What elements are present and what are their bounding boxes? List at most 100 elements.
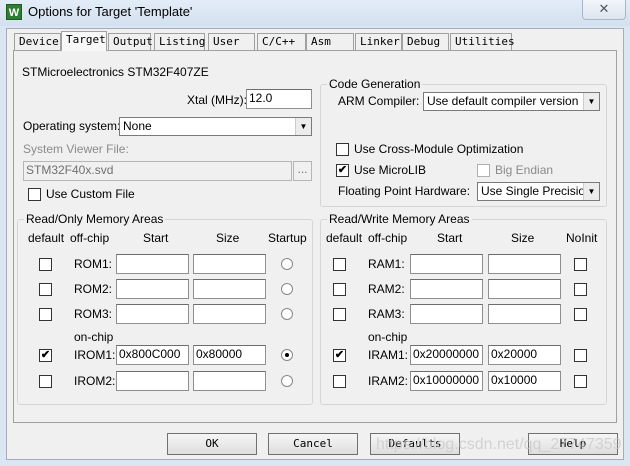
fp-hardware-value: Use Single Precision — [481, 184, 592, 198]
svf-label: System Viewer File: — [23, 142, 129, 156]
ram-row-label: RAM1: — [368, 257, 405, 271]
rom-header-extra: Startup — [268, 231, 307, 245]
ram-start-input[interactable] — [410, 279, 483, 299]
ram-start-input[interactable] — [410, 304, 483, 324]
use-custom-file-label: Use Custom File — [46, 187, 135, 201]
microlib-label: Use MicroLIB — [354, 163, 427, 177]
rom-start-input[interactable] — [116, 254, 189, 274]
arm-compiler-label: ARM Compiler: — [338, 94, 420, 108]
rom-default-checkbox[interactable] — [39, 283, 52, 296]
startup-radio[interactable] — [281, 349, 293, 361]
rom-size-input[interactable] — [193, 371, 266, 391]
svf-input: STM32F40x.svd — [23, 161, 292, 181]
ram-size-input[interactable]: 0x10000 — [488, 371, 561, 391]
rom-header-start: Start — [143, 231, 169, 245]
noinit-checkbox[interactable] — [574, 308, 587, 321]
rom-header-offchip: off-chip — [70, 231, 110, 245]
startup-radio[interactable] — [281, 375, 293, 387]
cross-module-checkbox[interactable] — [336, 143, 349, 156]
startup-radio[interactable] — [281, 308, 293, 320]
ram-start-input[interactable] — [410, 254, 483, 274]
rom-row-label: ROM3: — [74, 307, 113, 321]
code-generation-title: Code Generation — [327, 77, 423, 91]
ram-row-label: RAM2: — [368, 282, 405, 296]
noinit-checkbox[interactable] — [574, 349, 587, 362]
use-custom-file-checkbox[interactable] — [28, 188, 41, 201]
ram-header-size: Size — [511, 231, 535, 245]
startup-radio[interactable] — [281, 258, 293, 270]
tab-debug[interactable]: Debug — [402, 33, 449, 50]
arm-compiler-value: Use default compiler version — [427, 94, 579, 108]
tab-utilities[interactable]: Utilities — [450, 33, 515, 50]
rom-default-checkbox[interactable]: ✔ — [39, 349, 52, 362]
fp-hardware-label: Floating Point Hardware: — [338, 184, 471, 198]
rom-default-checkbox[interactable] — [39, 308, 52, 321]
rom-start-input[interactable] — [116, 279, 189, 299]
tab-target[interactable]: Target — [61, 31, 107, 51]
ram-default-checkbox[interactable] — [333, 308, 346, 321]
big-endian-checkbox — [477, 164, 490, 177]
xtal-label: Xtal (MHz): — [187, 93, 247, 107]
ram-start-input[interactable]: 0x10000000 — [410, 371, 483, 391]
help-button[interactable]: Help — [528, 433, 618, 455]
tab-cc[interactable]: C/C++ — [257, 33, 306, 50]
os-value: None — [123, 119, 152, 133]
ram-start-input[interactable]: 0x20000000 — [410, 345, 483, 365]
tab-device[interactable]: Device — [14, 33, 61, 50]
ram-size-input[interactable] — [488, 304, 561, 324]
rom-default-checkbox[interactable] — [39, 375, 52, 388]
noinit-checkbox[interactable] — [574, 283, 587, 296]
ram-onchip-label: on-chip — [368, 330, 408, 344]
tab-linker[interactable]: Linker — [355, 33, 402, 50]
os-label: Operating system: — [23, 119, 121, 133]
microlib-checkbox[interactable]: ✔ — [336, 164, 349, 177]
chevron-down-icon: ▼ — [583, 93, 599, 110]
rom-start-input[interactable] — [116, 371, 189, 391]
rom-onchip-label: on-chip — [74, 330, 114, 344]
tab-user[interactable]: User — [208, 33, 255, 50]
fp-hardware-select[interactable]: Use Single Precision ▼ — [477, 182, 600, 201]
xtal-input[interactable]: 12.0 — [246, 89, 312, 109]
big-endian-label: Big Endian — [495, 163, 554, 177]
rom-row-label: IROM1: — [74, 348, 116, 362]
rom-start-input[interactable] — [116, 304, 189, 324]
close-button[interactable]: ✕ — [582, 0, 626, 20]
ram-row-label: IRAM2: — [368, 374, 409, 388]
chevron-down-icon: ▼ — [583, 183, 599, 200]
rom-row-label: ROM2: — [74, 282, 113, 296]
rom-size-input[interactable]: 0x80000 — [193, 345, 266, 365]
os-select[interactable]: None ▼ — [119, 117, 312, 136]
rom-default-checkbox[interactable] — [39, 258, 52, 271]
noinit-checkbox[interactable] — [574, 375, 587, 388]
rom-header-default: default — [28, 231, 65, 245]
title-bar: W Options for Target 'Template' ✕ — [0, 0, 630, 26]
ram-size-input[interactable]: 0x20000 — [488, 345, 561, 365]
ram-row-label: IRAM1: — [368, 348, 409, 362]
ok-button[interactable]: OK — [167, 433, 257, 455]
chevron-down-icon: ▼ — [295, 118, 311, 135]
rom-row-label: ROM1: — [74, 257, 113, 271]
arm-compiler-select[interactable]: Use default compiler version ▼ — [423, 92, 600, 111]
ram-default-checkbox[interactable] — [333, 258, 346, 271]
rom-size-input[interactable] — [193, 254, 266, 274]
tab-asm[interactable]: Asm — [306, 33, 354, 50]
startup-radio[interactable] — [281, 283, 293, 295]
tab-listing[interactable]: Listing — [154, 33, 205, 50]
device-name: STMicroelectronics STM32F407ZE — [22, 65, 209, 79]
rom-size-input[interactable] — [193, 279, 266, 299]
tab-output[interactable]: Output — [108, 33, 153, 50]
cancel-button[interactable]: Cancel — [268, 433, 358, 455]
rom-start-input[interactable]: 0x800C000 — [116, 345, 189, 365]
ram-size-input[interactable] — [488, 254, 561, 274]
rom-group-title: Read/Only Memory Areas — [24, 212, 166, 226]
app-icon: W — [6, 4, 22, 20]
rom-row-label: IROM2: — [74, 374, 116, 388]
noinit-checkbox[interactable] — [574, 258, 587, 271]
defaults-button[interactable]: Defaults — [370, 433, 460, 455]
ram-default-checkbox[interactable] — [333, 375, 346, 388]
ram-default-checkbox[interactable]: ✔ — [333, 349, 346, 362]
rom-size-input[interactable] — [193, 304, 266, 324]
ram-default-checkbox[interactable] — [333, 283, 346, 296]
cross-module-label: Use Cross-Module Optimization — [354, 142, 524, 156]
ram-size-input[interactable] — [488, 279, 561, 299]
